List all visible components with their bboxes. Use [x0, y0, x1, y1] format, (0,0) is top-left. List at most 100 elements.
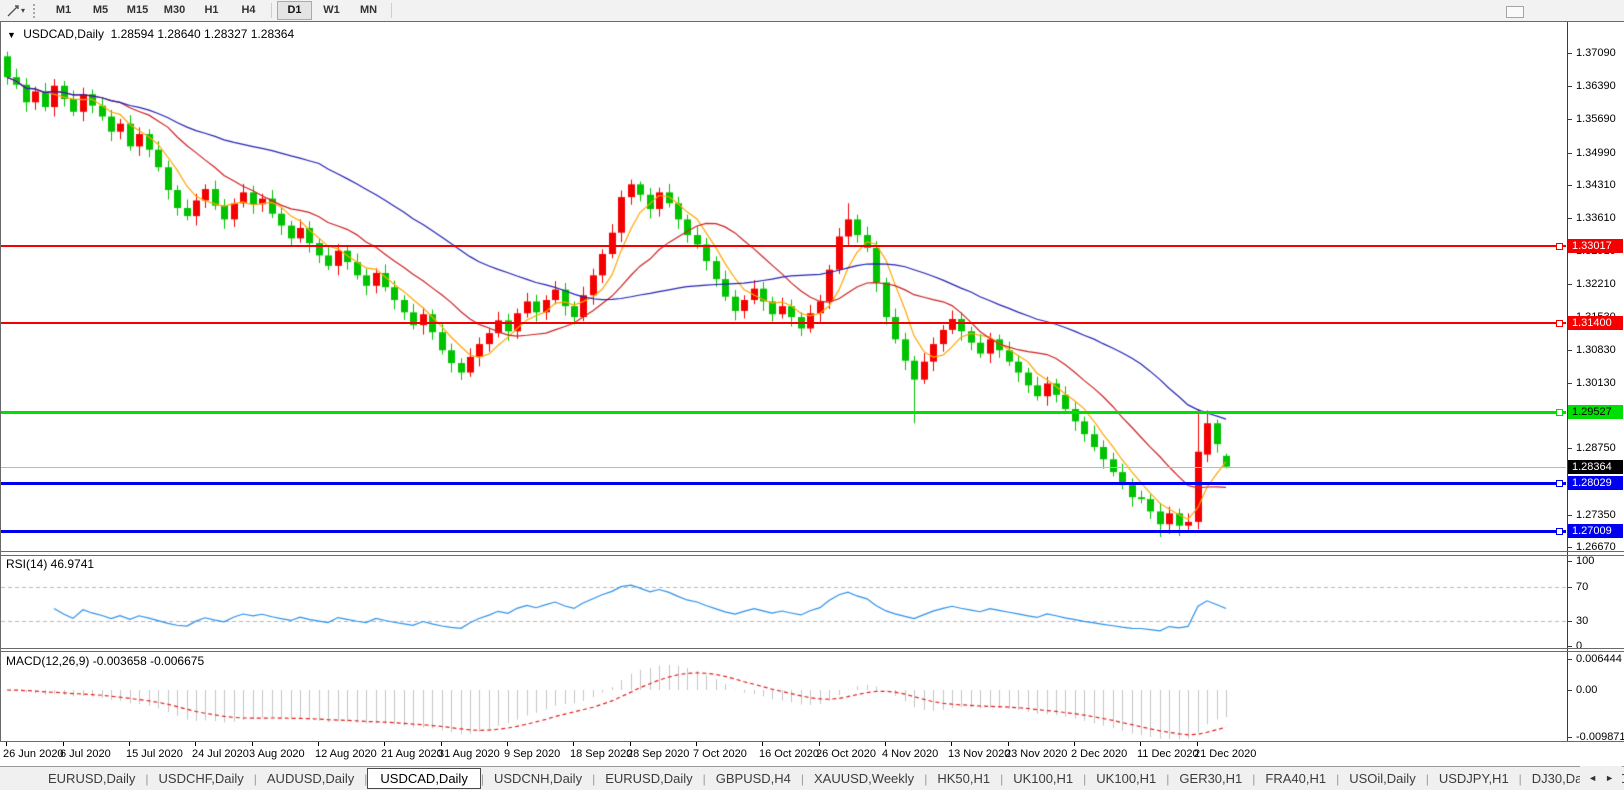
date-axis-label: 21 Aug 2020 — [381, 748, 443, 760]
date-axis-label: 24 Jul 2020 — [192, 748, 249, 760]
tab-scroll-arrows: ◄ ► — [1580, 766, 1622, 790]
panel-divider — [0, 555, 1624, 556]
axis-tick-mark — [1567, 350, 1572, 351]
macd-indicator-label: MACD(12,26,9) -0.003658 -0.006675 — [6, 654, 204, 668]
chart-bottom-border — [0, 741, 1624, 742]
date-axis-label: 31 Aug 2020 — [438, 748, 500, 760]
axis-tick-mark — [1567, 448, 1572, 449]
chart-tab-USDCHF-Daily[interactable]: USDCHF,Daily — [149, 769, 254, 788]
chart-tab-UK100-H1[interactable]: UK100,H1 — [1086, 769, 1166, 788]
price-axis-label: 1.36390 — [1576, 80, 1616, 92]
toolbar-separator — [271, 3, 272, 18]
rsi-indicator-label: RSI(14) 46.9741 — [6, 557, 94, 571]
resistance-line-lower-price-tag: 1.31400 — [1568, 316, 1623, 330]
date-axis-label: 12 Aug 2020 — [315, 748, 377, 760]
axis-tick-mark — [1567, 284, 1572, 285]
macd-axis-label: 0.00 — [1576, 684, 1597, 696]
date-axis-label: 15 Jul 2020 — [126, 748, 183, 760]
axis-tick-mark — [1567, 383, 1572, 384]
timeframe-button-D1[interactable]: D1 — [277, 1, 312, 20]
toolbar-overflow-handle[interactable] — [1506, 6, 1524, 18]
axis-tick-mark — [1567, 547, 1572, 548]
chart-tab-USDCAD-Daily[interactable]: USDCAD,Daily — [367, 768, 480, 789]
chart-tab-HK50-H1[interactable]: HK50,H1 — [927, 769, 1000, 788]
support-line-upper[interactable] — [1, 482, 1566, 485]
panel-divider[interactable] — [0, 551, 1624, 552]
support-line-lower-price-tag: 1.27009 — [1568, 524, 1623, 538]
chart-tab-USDCNH-Daily[interactable]: USDCNH,Daily — [484, 769, 592, 788]
top-toolbar: ▾ M1M5M15M30H1H4 D1W1MN — [0, 0, 1624, 22]
chart-tab-EURUSD-Daily[interactable]: EURUSD,Daily — [38, 769, 145, 788]
toolbar-grip[interactable] — [33, 4, 39, 18]
date-axis-label: 6 Jul 2020 — [60, 748, 111, 760]
time-axis-tick — [573, 742, 574, 746]
panel-divider[interactable] — [0, 648, 1624, 649]
axis-tick-mark — [1567, 646, 1572, 647]
date-axis-label: 2 Dec 2020 — [1071, 748, 1127, 760]
time-axis-tick — [195, 742, 196, 746]
axis-tick-mark — [1567, 153, 1572, 154]
price-axis-label: 1.34310 — [1576, 179, 1616, 191]
time-axis-tick — [507, 742, 508, 746]
chart-tab-XAUUSD-Weekly[interactable]: XAUUSD,Weekly — [804, 769, 924, 788]
chart-tab-USOil-Daily[interactable]: USOil,Daily — [1339, 769, 1425, 788]
resistance-line-lower[interactable] — [1, 322, 1566, 324]
date-axis-label: 7 Oct 2020 — [693, 748, 747, 760]
chart-tab-GBPUSD-H4[interactable]: GBPUSD,H4 — [706, 769, 801, 788]
chart-tab-UK100-H1[interactable]: UK100,H1 — [1003, 769, 1083, 788]
panel-divider — [0, 651, 1624, 652]
timeframe-button-H1[interactable]: H1 — [194, 1, 229, 20]
time-axis-tick — [318, 742, 319, 746]
timeframe-button-M1[interactable]: M1 — [46, 1, 81, 20]
chart-tab-EURUSD-Daily[interactable]: EURUSD,Daily — [595, 769, 702, 788]
time-axis-tick — [1140, 742, 1141, 746]
timeframe-button-H4[interactable]: H4 — [231, 1, 266, 20]
price-chart-canvas[interactable] — [1, 22, 1567, 741]
timeframe-button-MN[interactable]: MN — [351, 1, 386, 20]
axis-tick-mark — [1567, 659, 1572, 660]
rsi-axis-label: 100 — [1576, 555, 1594, 567]
chart-tools-icon[interactable]: ▾ — [3, 2, 29, 19]
chart-tab-bar: EURUSD,Daily|USDCHF,Daily|AUDUSD,Daily|U… — [0, 766, 1624, 790]
resistance-line-upper-price-tag: 1.33017 — [1568, 239, 1623, 253]
axis-tick-mark — [1567, 218, 1572, 219]
chart-tab-FRA40-H1[interactable]: FRA40,H1 — [1255, 769, 1336, 788]
resistance-line-lower-handle[interactable] — [1556, 320, 1563, 327]
axis-tick-mark — [1567, 53, 1572, 54]
support-line-upper-handle[interactable] — [1556, 480, 1563, 487]
support-line-lower[interactable] — [1, 530, 1566, 533]
date-axis-label: 21 Dec 2020 — [1194, 748, 1256, 760]
macd-axis-label: 0.006444 — [1576, 653, 1622, 665]
pivot-line-green-handle[interactable] — [1556, 409, 1563, 416]
trading-terminal: { "toolbar": { "tool_icon": "chart-tools… — [0, 0, 1624, 790]
price-axis-border — [1567, 22, 1568, 741]
date-axis-label: 13 Nov 2020 — [948, 748, 1010, 760]
timeframe-button-M30[interactable]: M30 — [157, 1, 192, 20]
support-line-lower-handle[interactable] — [1556, 528, 1563, 535]
timeframe-button-W1[interactable]: W1 — [314, 1, 349, 20]
date-axis-label: 26 Oct 2020 — [816, 748, 876, 760]
chart-tab-GER30-H1[interactable]: GER30,H1 — [1169, 769, 1252, 788]
time-axis-tick — [762, 742, 763, 746]
tab-scroll-left-icon[interactable]: ◄ — [1584, 773, 1601, 783]
axis-tick-mark — [1567, 119, 1572, 120]
rsi-axis-label: 70 — [1576, 581, 1588, 593]
date-axis-label: 4 Nov 2020 — [882, 748, 938, 760]
axis-tick-mark — [1567, 621, 1572, 622]
time-axis-tick — [6, 742, 7, 746]
chart-tab-AUDUSD-Daily[interactable]: AUDUSD,Daily — [257, 769, 364, 788]
timeframe-button-M5[interactable]: M5 — [83, 1, 118, 20]
tab-scroll-right-icon[interactable]: ► — [1601, 773, 1618, 783]
current-price-tag: 1.28364 — [1568, 460, 1623, 474]
pivot-line-green[interactable] — [1, 411, 1566, 414]
resistance-line-upper[interactable] — [1, 245, 1566, 247]
timeframe-button-M15[interactable]: M15 — [120, 1, 155, 20]
chart-tab-USDJPY-H1[interactable]: USDJPY,H1 — [1429, 769, 1519, 788]
date-axis-label: 16 Oct 2020 — [759, 748, 819, 760]
price-axis-label: 1.28750 — [1576, 442, 1616, 454]
axis-tick-mark — [1567, 737, 1572, 738]
time-axis-tick — [696, 742, 697, 746]
price-axis-label: 1.33610 — [1576, 212, 1616, 224]
resistance-line-upper-handle[interactable] — [1556, 243, 1563, 250]
date-axis-label: 11 Dec 2020 — [1137, 748, 1199, 760]
